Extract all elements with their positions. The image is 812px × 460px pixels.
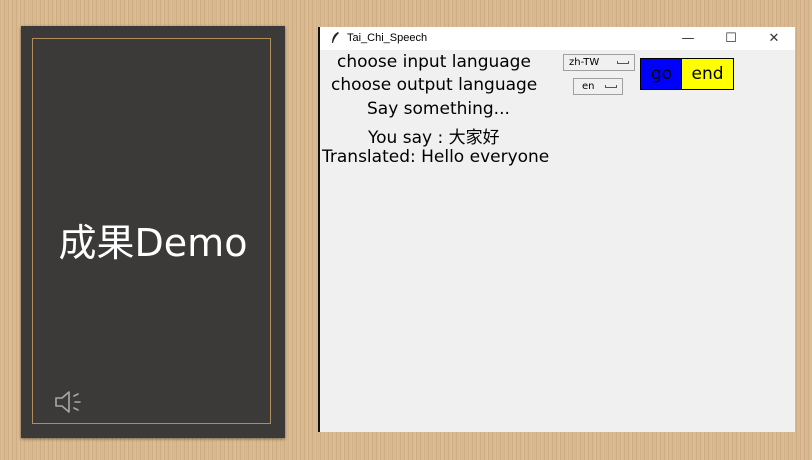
input-language-label: choose input language	[337, 52, 531, 72]
speaker-icon[interactable]	[54, 387, 88, 417]
feather-icon	[332, 32, 339, 43]
close-button[interactable]: ✕	[754, 27, 794, 50]
minimize-button[interactable]: —	[668, 27, 708, 50]
slide-card: 成果Demo	[21, 26, 285, 438]
output-language-label: choose output language	[331, 75, 538, 95]
prompt-text: Say something...	[367, 99, 510, 119]
window-title: Tai_Chi_Speech	[347, 32, 428, 44]
slide-title: 成果Demo	[58, 221, 248, 265]
output-language-value: en	[582, 81, 595, 92]
title-bar[interactable]: Tai_Chi_Speech — ☐ ✕	[320, 27, 795, 50]
output-language-select[interactable]: en	[573, 78, 623, 95]
end-button[interactable]: end	[681, 58, 734, 90]
dropdown-indicator-icon	[605, 85, 617, 88]
go-button[interactable]: go	[640, 58, 683, 90]
app-window: Tai_Chi_Speech — ☐ ✕ choose input langua…	[318, 27, 795, 432]
recognized-text: You say : 大家好	[368, 128, 500, 148]
dropdown-indicator-icon	[617, 61, 629, 64]
input-language-value: zh-TW	[569, 57, 600, 68]
input-language-select[interactable]: zh-TW	[563, 54, 635, 71]
maximize-button[interactable]: ☐	[711, 27, 751, 50]
translated-text: Translated: Hello everyone	[322, 147, 550, 167]
